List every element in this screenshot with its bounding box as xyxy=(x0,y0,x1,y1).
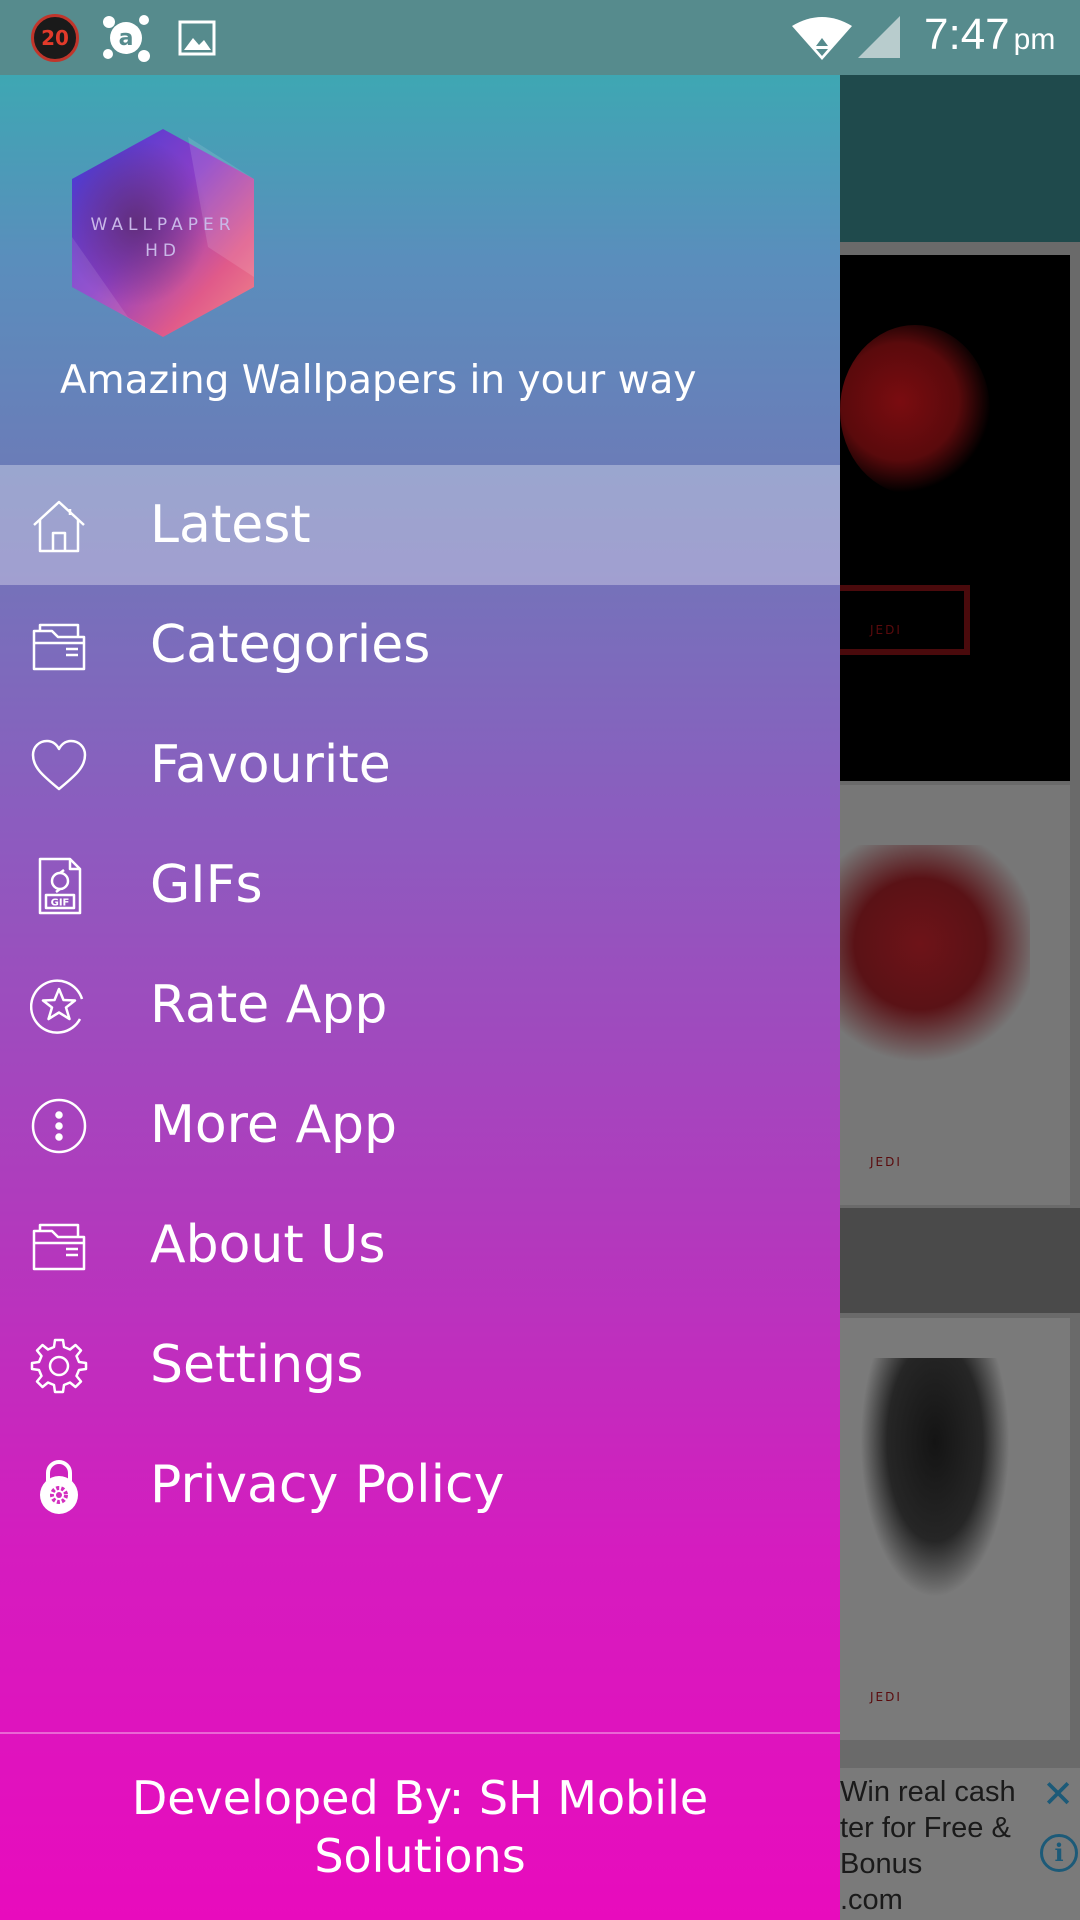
wallpaper-card[interactable]: JEDI xyxy=(840,785,1070,1205)
signal-icon xyxy=(858,16,900,58)
menu-item-latest[interactable]: Latest xyxy=(0,465,840,585)
developer-credit: Developed By: SH Mobile Solutions xyxy=(131,1771,709,1883)
notification-count-badge: 20 xyxy=(31,14,79,62)
star-circle-icon xyxy=(30,979,84,1034)
wallpaper-art-logo xyxy=(840,585,970,655)
logo-text-line2: HD xyxy=(145,241,181,261)
status-time: 7:47 pm xyxy=(924,10,1055,60)
folder-icon xyxy=(32,623,86,671)
ampm-text: pm xyxy=(1013,23,1056,56)
gear-icon xyxy=(30,1338,88,1394)
time-text: 7:47 xyxy=(924,10,1010,59)
tagline: Amazing Wallpapers in your way xyxy=(60,358,697,403)
wallpaper-art xyxy=(840,325,990,495)
svg-text:GIF: GIF xyxy=(51,898,70,909)
menu-item-categories[interactable]: Categories xyxy=(0,585,840,705)
wifi-icon xyxy=(792,17,852,60)
folder-icon xyxy=(32,1223,86,1271)
menu-label: Rate App xyxy=(150,975,388,1035)
menu-label: Categories xyxy=(150,615,431,675)
wallpaper-card[interactable]: JEDI xyxy=(840,1318,1070,1740)
drawer-menu: Latest Categories Favourite GIF GIFs Rat… xyxy=(0,465,840,1545)
menu-item-rate-app[interactable]: Rate App xyxy=(0,945,840,1065)
menu-item-gifs[interactable]: GIF GIFs xyxy=(0,825,840,945)
background-toolbar xyxy=(840,75,1080,242)
ad-text: Win real cash ter for Free & Bonus .com xyxy=(840,1776,1016,1916)
menu-item-privacy-policy[interactable]: Privacy Policy xyxy=(0,1425,840,1545)
svg-text:a: a xyxy=(119,26,134,51)
logo-text-line1: WALLPAPER xyxy=(90,215,235,235)
menu-label: Privacy Policy xyxy=(150,1455,505,1515)
menu-item-more-app[interactable]: More App xyxy=(0,1065,840,1185)
image-icon xyxy=(178,20,216,56)
background-band xyxy=(840,1208,1080,1313)
menu-item-about-us[interactable]: About Us xyxy=(0,1185,840,1305)
menu-label: Favourite xyxy=(150,735,391,795)
drawer-footer: Developed By: SH Mobile Solutions xyxy=(0,1734,840,1920)
ad-banner[interactable]: Win real cash ter for Free & Bonus .com … xyxy=(840,1768,1080,1920)
status-bar: 20 a 7:47 pm xyxy=(0,0,1080,75)
drawer-header: WALLPAPER HD Amazing Wallpapers in your … xyxy=(0,75,840,465)
gif-file-icon: GIF xyxy=(38,857,82,915)
menu-label: More App xyxy=(150,1095,398,1155)
wallpaper-caption: JEDI xyxy=(870,623,902,637)
menu-label: Latest xyxy=(150,495,311,555)
avast-icon: a xyxy=(103,15,150,62)
more-circle-icon xyxy=(31,1098,87,1154)
wallpaper-card[interactable]: JEDI xyxy=(840,255,1070,781)
menu-label: Settings xyxy=(150,1335,364,1395)
wallpaper-art xyxy=(860,1358,1010,1598)
lock-icon xyxy=(40,1460,78,1514)
ad-close-icon[interactable]: ✕ xyxy=(1038,1774,1078,1814)
heart-icon xyxy=(31,739,87,791)
wallpaper-caption: JEDI xyxy=(870,1155,902,1169)
wallpaper-caption: JEDI xyxy=(870,1690,902,1704)
navigation-drawer: WALLPAPER HD Amazing Wallpapers in your … xyxy=(0,75,840,1920)
menu-label: About Us xyxy=(150,1215,386,1275)
menu-item-favourite[interactable]: Favourite xyxy=(0,705,840,825)
home-icon xyxy=(33,500,85,553)
menu-label: GIFs xyxy=(150,855,263,915)
wallpaper-art xyxy=(840,845,1030,1065)
ad-info-icon[interactable]: i xyxy=(1040,1834,1078,1872)
menu-item-settings[interactable]: Settings xyxy=(0,1305,840,1425)
app-logo: WALLPAPER HD xyxy=(72,129,254,337)
